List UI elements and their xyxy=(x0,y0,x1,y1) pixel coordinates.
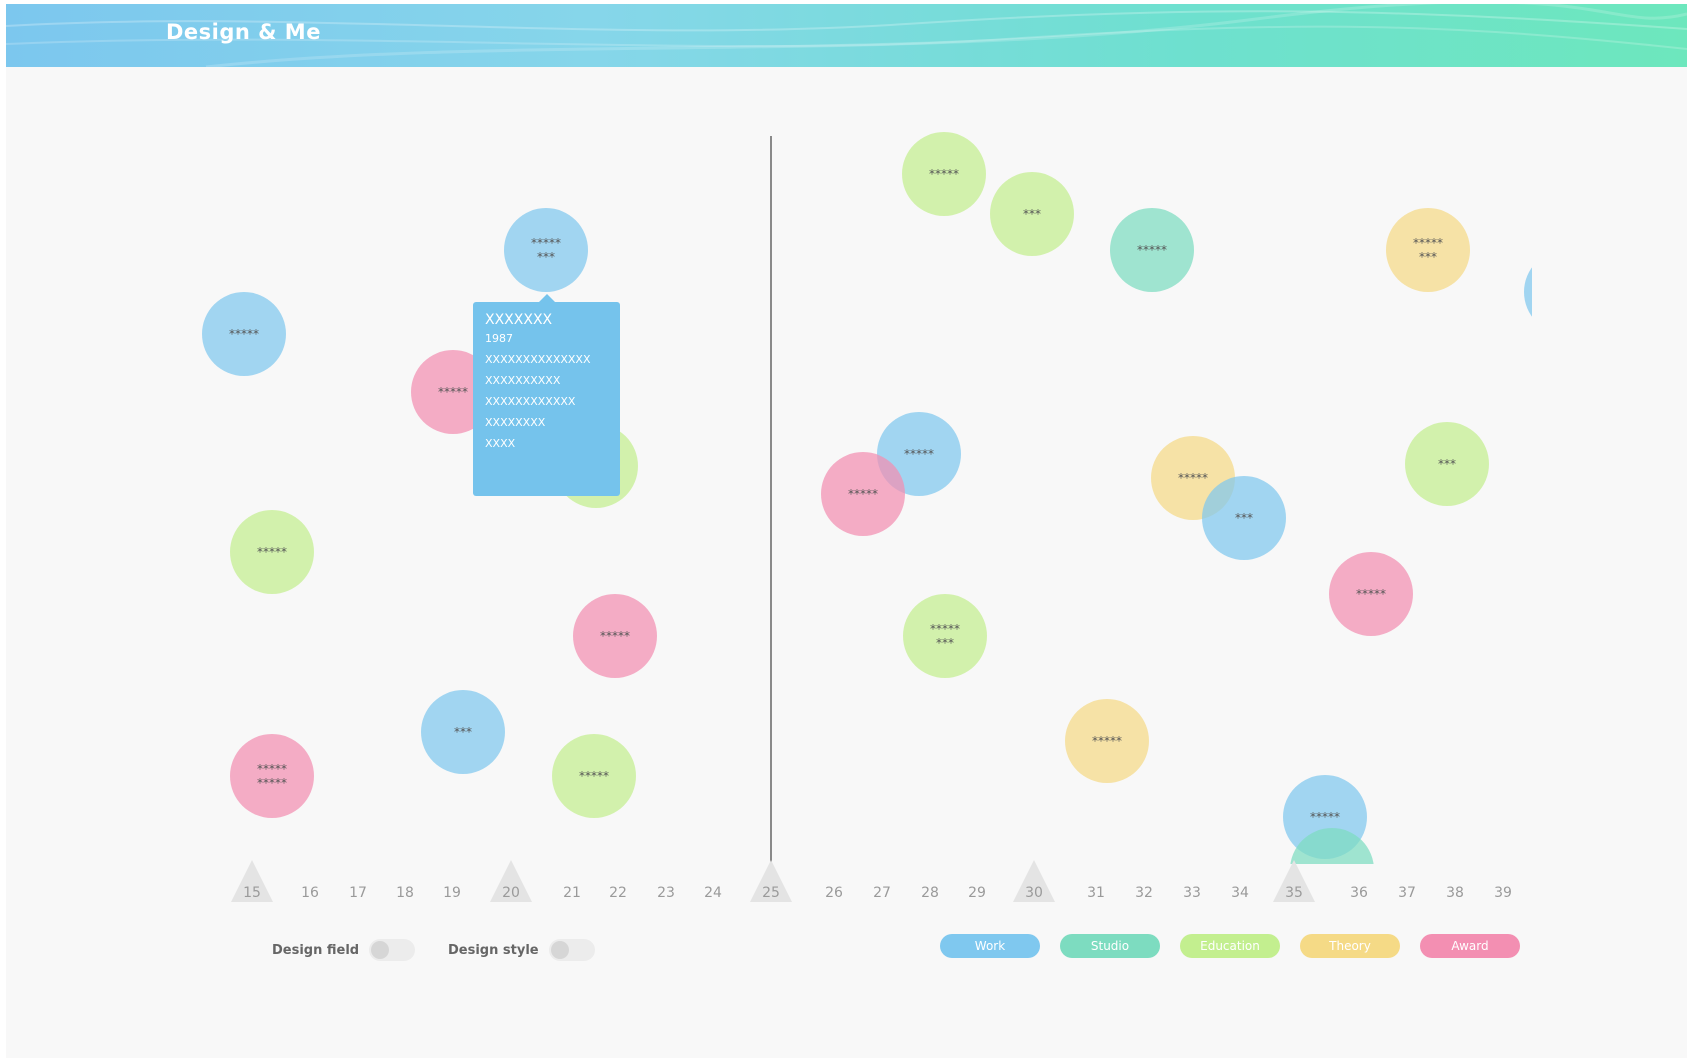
axis-tick-label: 25 xyxy=(762,885,780,901)
axis-tick-label: 19 xyxy=(443,885,461,901)
bubble-label: ***** xyxy=(579,769,609,783)
bubble-label: ***** xyxy=(929,167,959,181)
axis-tick-label: 37 xyxy=(1398,885,1416,901)
axis-tick-label: 21 xyxy=(563,885,581,901)
bubble-label: ***** xyxy=(257,545,287,559)
bubble-label: ***** xyxy=(848,487,878,501)
event-bubble[interactable]: *** xyxy=(421,690,505,774)
toggle-knob xyxy=(550,941,569,959)
event-bubble[interactable]: ***** xyxy=(821,452,905,536)
axis-tick-label: 18 xyxy=(396,885,414,901)
event-bubble[interactable]: ******** xyxy=(504,208,588,292)
tooltip-line: XXXXXXXXXXXXXX xyxy=(485,353,591,366)
legend-education-button[interactable]: Education xyxy=(1180,934,1280,958)
axis-tick-label: 28 xyxy=(921,885,939,901)
legend-work-button[interactable]: Work xyxy=(940,934,1040,958)
event-bubble[interactable]: *** xyxy=(990,172,1074,256)
axis-tick-label: 35 xyxy=(1285,885,1303,901)
bubble-label: ***** xyxy=(1356,587,1386,601)
axis-tick-label: 39 xyxy=(1494,885,1512,901)
bubble-label: ***** xyxy=(1137,243,1167,257)
design-field-toggle[interactable] xyxy=(369,939,416,961)
bubble-layer: ****************************************… xyxy=(202,132,1608,864)
tooltip-line: XXXX xyxy=(485,437,516,450)
axis-tick-label: 34 xyxy=(1231,885,1249,901)
bubble-label: ***** xyxy=(1413,236,1443,250)
event-bubble[interactable]: ***** xyxy=(902,132,986,216)
event-bubble[interactable]: *** xyxy=(1405,422,1489,506)
axis-tick-label: 17 xyxy=(349,885,367,901)
bubble-label: *** xyxy=(537,250,555,264)
legend-studio-button[interactable]: Studio xyxy=(1060,934,1160,958)
event-bubble[interactable]: ***** xyxy=(552,734,636,818)
event-bubble[interactable]: ******** xyxy=(903,594,987,678)
event-bubble[interactable] xyxy=(1524,250,1608,334)
design-style-toggle[interactable] xyxy=(548,939,595,961)
axis-tick-label: 23 xyxy=(657,885,675,901)
bubble-label: *** xyxy=(1023,207,1041,221)
design-style-label: Design style xyxy=(448,942,539,958)
axis-tick-label: 31 xyxy=(1087,885,1105,901)
bubble-label: *** xyxy=(1235,511,1253,525)
app-frame: Design & Me ***** ***** *** ***** ***** *****… xyxy=(6,4,1687,1058)
axis-tick-label: 32 xyxy=(1135,885,1153,901)
event-bubble[interactable]: ***** xyxy=(230,510,314,594)
legend-award-button[interactable]: Award xyxy=(1420,934,1520,958)
detail-tooltip: XXXXXXX 1987 XXXXXXXXXXXXXX XXXXXXXXXX X… xyxy=(473,302,620,496)
axis-tick-label: 27 xyxy=(873,885,891,901)
design-style-toggle-group: Design style xyxy=(448,939,595,961)
tooltip-title: XXXXXXX xyxy=(485,312,553,328)
bubble-label: ***** xyxy=(257,776,287,790)
axis-tick-label: 26 xyxy=(825,885,843,901)
event-bubble[interactable]: ***** xyxy=(202,292,286,376)
axis-tick-label: 38 xyxy=(1446,885,1464,901)
event-bubble[interactable]: ***** xyxy=(1329,552,1413,636)
event-bubble[interactable]: ********** xyxy=(230,734,314,818)
event-bubble[interactable]: ***** xyxy=(1110,208,1194,292)
bubble-label: ***** xyxy=(1310,810,1340,824)
axis-tick-label: 15 xyxy=(243,885,261,901)
axis-tick-label: 16 xyxy=(301,885,319,901)
bubble-label: *** xyxy=(1438,457,1456,471)
timeline-chart: ****************************************… xyxy=(202,132,1608,902)
legend-theory-button[interactable]: Theory xyxy=(1300,934,1400,958)
bubble-label: ***** xyxy=(531,236,561,250)
bubble-label: ***** xyxy=(257,762,287,776)
axis-tick-label: 29 xyxy=(968,885,986,901)
axis-tick-label: 36 xyxy=(1350,885,1368,901)
design-field-toggle-group: Design field xyxy=(272,939,416,961)
tooltip-line: XXXXXXXXXXXX xyxy=(485,395,576,408)
bubble-label: *** xyxy=(454,725,472,739)
bubble-label: *** xyxy=(1419,250,1437,264)
axis-tick-label: 30 xyxy=(1025,885,1043,901)
bubble-label: ***** xyxy=(930,622,960,636)
axis-tick-label: 20 xyxy=(502,885,520,901)
axis-tick-label: 22 xyxy=(609,885,627,901)
event-bubble[interactable]: ******** xyxy=(1386,208,1470,292)
bubble-label: ***** xyxy=(229,327,259,341)
bubble-circle xyxy=(1524,267,1532,317)
tooltip-line: XXXXXXXXXX xyxy=(485,374,561,387)
category-legend: Work Studio Education Theory Award xyxy=(940,934,1520,958)
bubble-label: ***** xyxy=(904,447,934,461)
bubble-label: *** xyxy=(936,636,954,650)
event-bubble[interactable]: *** xyxy=(1202,476,1286,560)
toggle-knob xyxy=(371,941,390,959)
tooltip-caret xyxy=(539,294,555,302)
axis-tick-label: 33 xyxy=(1183,885,1201,901)
tooltip-line: XXXXXXXX xyxy=(485,416,546,429)
design-field-label: Design field xyxy=(272,942,360,958)
bubble-label: ***** xyxy=(438,385,468,399)
bubble-label: ***** xyxy=(1092,734,1122,748)
bubble-label: ***** xyxy=(600,629,630,643)
bubble-label: ***** xyxy=(1178,471,1208,485)
tooltip-year: 1987 xyxy=(485,332,513,345)
event-bubble[interactable]: ***** xyxy=(573,594,657,678)
axis-tick-label: 24 xyxy=(704,885,722,901)
event-bubble[interactable]: ***** xyxy=(1065,699,1149,783)
